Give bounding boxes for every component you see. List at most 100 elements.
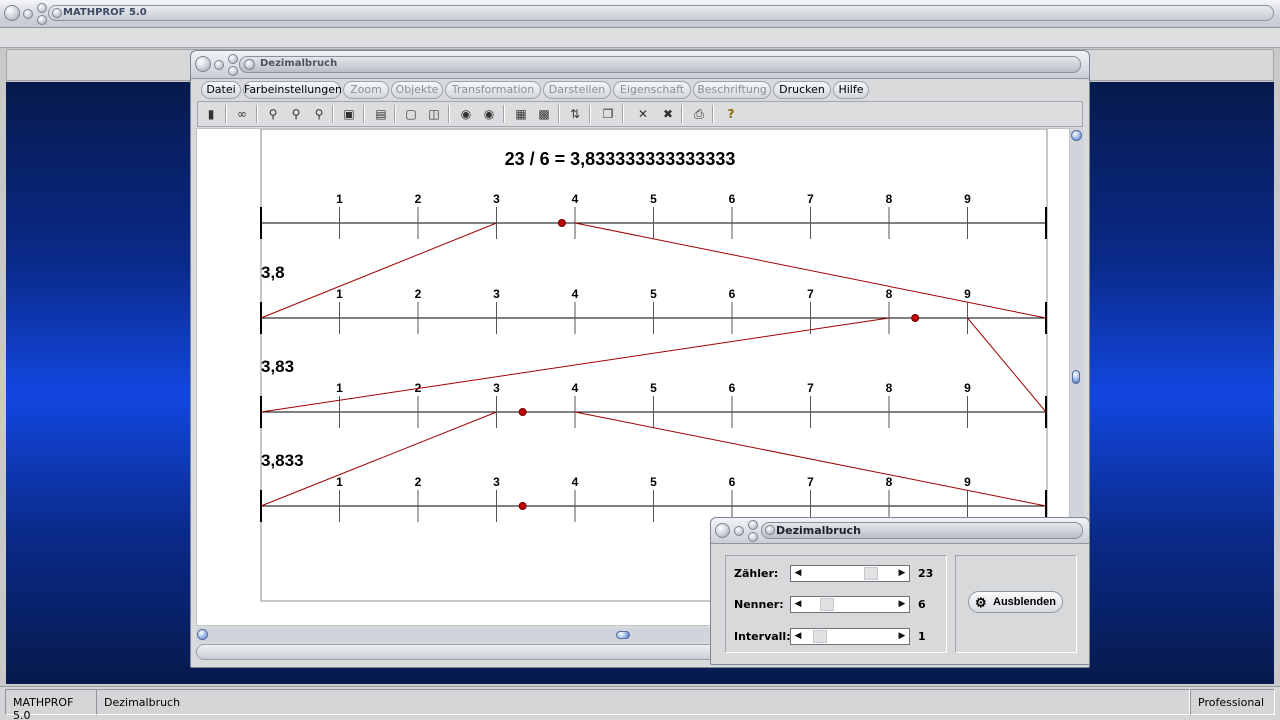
value-point: [557, 219, 566, 227]
dialog-close-orb[interactable]: [748, 532, 758, 542]
numerator-slider-thumb[interactable]: [864, 567, 879, 580]
menu-transformation[interactable]: Transformation: [445, 81, 541, 99]
tick-label: 7: [807, 475, 814, 489]
doc-title-bar: Dezimalbruch: [239, 56, 1081, 73]
frame-icon[interactable]: ▢: [402, 106, 420, 122]
numerator-value: 23: [918, 567, 934, 580]
document-titlebar: Dezimalbruch: [191, 51, 1089, 79]
menu-farbeinstellungen[interactable]: Farbeinstellungen: [243, 81, 342, 99]
hide-button[interactable]: ⚙ Ausblenden: [968, 591, 1063, 613]
hide-icon: ⚙: [975, 595, 987, 610]
toolbar-separator: [225, 105, 227, 123]
grid-icon[interactable]: ◫: [425, 106, 443, 122]
tick-label: 8: [886, 381, 893, 395]
window-icon[interactable]: ▤: [372, 106, 390, 122]
tick-label: 9: [964, 192, 971, 206]
minimize-orb[interactable]: [23, 9, 33, 19]
table-icon[interactable]: ▦: [512, 106, 530, 122]
menu-bar: Datei Farbeinstellungen Zoom Objekte Transfo…: [197, 80, 1083, 100]
dialog-title: Dezimalbruch: [776, 524, 861, 537]
slider-left-arrow-icon[interactable]: ◀: [791, 629, 805, 644]
tick-label: 6: [729, 381, 736, 395]
tick-label: 3: [493, 192, 500, 206]
status-app: MATHPROF 5.0: [5, 689, 97, 720]
tick-label: 3: [493, 287, 500, 301]
copy-image-icon[interactable]: ◉: [457, 106, 475, 122]
hscroll-thumb[interactable]: [616, 631, 630, 639]
tick-label: 9: [964, 381, 971, 395]
doc-close-orb[interactable]: [228, 66, 238, 76]
dialog-title-orb-icon: [765, 525, 775, 535]
interval-slider[interactable]: ◀ ▶: [790, 628, 910, 645]
tick-label: 3: [493, 475, 500, 489]
tick-label: 5: [650, 192, 657, 206]
scroll-left-knob[interactable]: [197, 629, 208, 640]
menu-beschriftung[interactable]: Beschriftung: [693, 81, 771, 99]
dialog-menu-orb[interactable]: [715, 523, 730, 538]
glasses-icon[interactable]: ∞: [233, 106, 251, 122]
tick-label: 8: [886, 192, 893, 206]
scroll-up-knob[interactable]: [1071, 130, 1082, 141]
maximize-orb[interactable]: [37, 3, 47, 13]
dialog-title-bar: Dezimalbruch: [761, 522, 1083, 539]
tick-label: 5: [650, 475, 657, 489]
app-menu-orb[interactable]: [4, 5, 20, 21]
tick-label: 2: [415, 192, 422, 206]
delete-all-icon[interactable]: ✖: [659, 106, 677, 122]
tick-label: 8: [886, 475, 893, 489]
menu-zoom[interactable]: Zoom: [343, 81, 389, 99]
denominator-slider[interactable]: ◀ ▶: [790, 596, 910, 613]
save-image-icon[interactable]: ◉: [480, 106, 498, 122]
delete-icon[interactable]: ✕: [634, 106, 652, 122]
interval-value: 1: [918, 630, 926, 643]
numerator-slider[interactable]: ◀ ▶: [790, 565, 910, 582]
exit-icon[interactable]: ▮: [202, 106, 220, 122]
denominator-slider-thumb[interactable]: [820, 598, 835, 611]
toolbar-separator: [448, 105, 450, 123]
close-orb[interactable]: [37, 15, 47, 25]
title-orb-icon: [52, 8, 62, 18]
zoom-reset-icon[interactable]: ⚲: [287, 106, 305, 122]
tick-label: 4: [572, 287, 579, 301]
dialog-minimize-orb[interactable]: [734, 526, 744, 536]
dialog-maximize-orb[interactable]: [748, 520, 758, 530]
zoom-out-icon[interactable]: ⚲: [264, 106, 282, 122]
slider-panel: Zähler: ◀ ▶ 23 Nenner: ◀ ▶ 6 Intervall: …: [725, 555, 947, 653]
slider-left-arrow-icon[interactable]: ◀: [791, 597, 805, 612]
help-icon[interactable]: ?: [722, 106, 740, 122]
doc-minimize-orb[interactable]: [214, 60, 224, 70]
menu-eigenschaft[interactable]: Eigenschaft: [613, 81, 691, 99]
tick-label: 4: [572, 381, 579, 395]
menu-hilfe[interactable]: Hilfe: [833, 81, 869, 99]
app-titlebar: MATHPROF 5.0: [0, 0, 1280, 28]
tick-label: 6: [729, 287, 736, 301]
tick-label: 3: [493, 381, 500, 395]
tick-label: 4: [572, 192, 579, 206]
doc-menu-orb[interactable]: [195, 56, 211, 72]
slider-right-arrow-icon[interactable]: ▶: [895, 597, 909, 612]
properties-icon[interactable]: ▣: [340, 106, 358, 122]
status-window: Dezimalbruch: [96, 689, 1190, 715]
tick-label: 5: [650, 287, 657, 301]
number-lines: 1234567891234567893,81234567893,83123456…: [260, 192, 1047, 522]
transfer-icon[interactable]: ⇅: [566, 106, 584, 122]
tick-label: 6: [729, 192, 736, 206]
slider-right-arrow-icon[interactable]: ▶: [895, 566, 909, 581]
menu-darstellen[interactable]: Darstellen: [543, 81, 611, 99]
app-title: MATHPROF 5.0: [63, 7, 147, 18]
interval-label: Intervall:: [734, 630, 791, 643]
menu-drucken[interactable]: Drucken: [773, 81, 831, 99]
print-icon[interactable]: ⎙: [690, 106, 708, 122]
slider-right-arrow-icon[interactable]: ▶: [895, 629, 909, 644]
tick-label: 2: [415, 475, 422, 489]
scroll-thumb[interactable]: [1072, 370, 1080, 384]
export-icon[interactable]: ▩: [535, 106, 553, 122]
menu-objekte[interactable]: Objekte: [391, 81, 443, 99]
menu-datei[interactable]: Datei: [201, 81, 241, 99]
zoom-in-icon[interactable]: ⚲: [310, 106, 328, 122]
figure-heading: 23 / 6 = 3,833333333333333: [505, 149, 736, 169]
doc-maximize-orb[interactable]: [228, 54, 238, 64]
pages-icon[interactable]: ❐: [599, 106, 617, 122]
interval-slider-thumb[interactable]: [812, 630, 827, 643]
slider-left-arrow-icon[interactable]: ◀: [791, 566, 805, 581]
